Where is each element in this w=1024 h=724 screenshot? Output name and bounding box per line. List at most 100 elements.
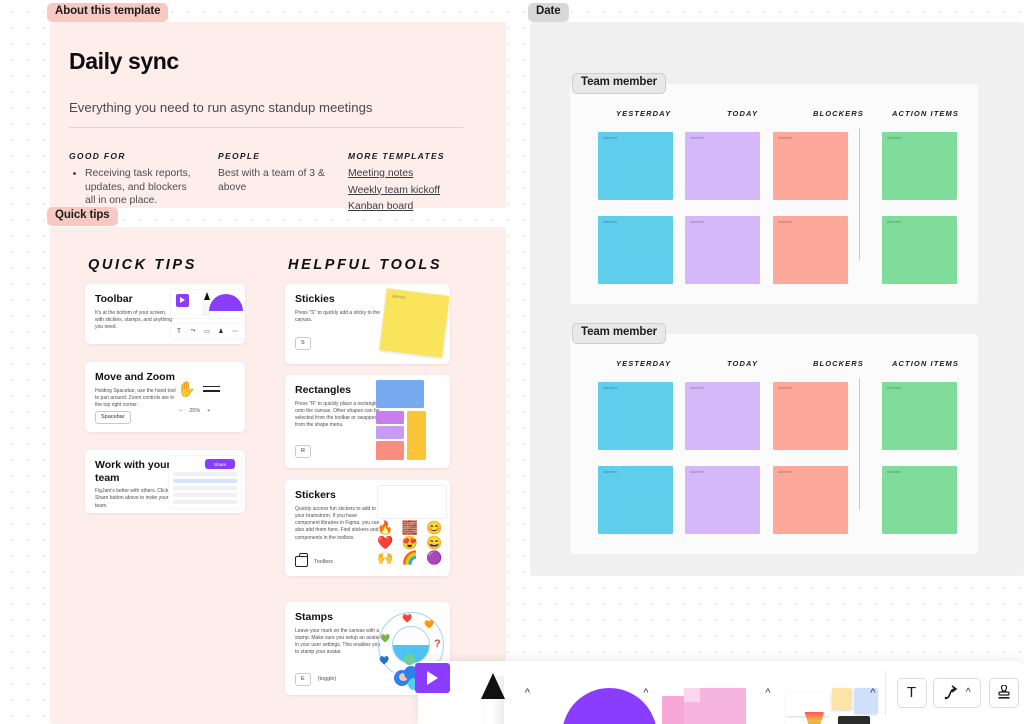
- toolbar-connector-tool[interactable]: ^: [931, 661, 984, 724]
- toolbar-divider: [885, 670, 887, 715]
- tip-key-row-stickies: S: [295, 336, 311, 350]
- toolbar-stamp-tool[interactable]: [984, 661, 1024, 724]
- connector-arrow-icon: [944, 684, 958, 699]
- column-divider: [859, 378, 860, 510]
- link-weekly-team-kickoff[interactable]: Weekly team kickoff: [348, 185, 440, 196]
- avatar: [404, 654, 415, 665]
- text-icon[interactable]: T: [896, 677, 927, 708]
- toolbar-text-tool[interactable]: T: [892, 661, 930, 724]
- sticky-note-placeholder: Add text: [603, 470, 617, 474]
- chevron-up-icon[interactable]: ^: [870, 687, 875, 699]
- about-column-body-people: Best with a team of 3 & above: [218, 168, 325, 193]
- stamp-blue-icon: 💙: [379, 656, 389, 665]
- sticky-note[interactable]: Add text: [685, 132, 760, 200]
- tip-body-move-and-zoom: Holding Spacebar, use the hand tool to p…: [95, 387, 176, 409]
- link-kanban-board[interactable]: Kanban board: [348, 201, 440, 212]
- stamp-green-icon: 💚: [380, 634, 390, 643]
- tip-card-work-with-your-team[interactable]: Work with your team FigJam's better with…: [85, 450, 245, 513]
- chevron-up-icon[interactable]: ^: [765, 687, 770, 699]
- stickers-illustration: 🔥 🧱 😊 ❤️ 😍 😄 🙌 🌈 🟣: [377, 485, 449, 573]
- sticky-note[interactable]: Add text: [773, 466, 848, 534]
- tip-title-rectangles: Rectangles: [295, 384, 352, 396]
- sticky-note[interactable]: Add text: [882, 382, 957, 450]
- tip-body-stickers: Quickly access fun stickers to add to yo…: [295, 505, 380, 541]
- toolbar-sticky-tool[interactable]: ^: [656, 661, 778, 724]
- sticky-note-placeholder: Add text: [603, 386, 617, 390]
- tip-body-stamps: Leave your mark on the canvas with a sta…: [295, 627, 381, 656]
- zoom-controls: − 25% +: [179, 408, 210, 414]
- sticky-note[interactable]: Add text: [882, 216, 957, 284]
- chevron-up-icon[interactable]: ^: [966, 687, 971, 698]
- tip-body-stickies: Press "S" to quickly add a sticky to the…: [295, 309, 380, 323]
- stamp-orange-icon: 🧡: [424, 620, 434, 629]
- tip-body-toolbar: It's at the bottom of your screen, with …: [95, 309, 172, 331]
- column-header-action-items: ACTION ITEMS: [892, 359, 959, 368]
- stamp-icon[interactable]: [988, 677, 1019, 708]
- kbd-spacebar: Spacebar: [95, 410, 131, 424]
- team-member-section[interactable]: Team member YESTERDAY TODAY BLOCKERS ACT…: [570, 73, 978, 304]
- sticky-note[interactable]: Add text: [685, 216, 760, 284]
- zoom-level: 25%: [189, 408, 201, 414]
- section-label-date[interactable]: Date: [528, 3, 569, 22]
- tip-card-stickies[interactable]: Stickies Press "S" to quickly add a stic…: [285, 284, 450, 364]
- tip-key-row-rectangles: R: [295, 444, 311, 458]
- chevron-up-icon[interactable]: ^: [525, 687, 530, 699]
- sticky-note[interactable]: Add text: [598, 132, 673, 200]
- sticky-note[interactable]: Add text: [773, 132, 848, 200]
- sticky-note[interactable]: Add text: [685, 466, 760, 534]
- sticky-note-placeholder: Add text: [603, 136, 617, 140]
- tip-title-stickies: Stickies: [295, 293, 335, 305]
- toolbar-illustration: T ⤳ ▭ ♟ ⋯: [167, 284, 245, 344]
- sticky-note[interactable]: Add text: [598, 216, 673, 284]
- about-column-heading-more-templates: MORE TEMPLATES: [348, 151, 445, 161]
- tip-card-toolbar[interactable]: Toolbar It's at the bottom of your scree…: [85, 284, 245, 344]
- link-meeting-notes[interactable]: Meeting notes: [348, 168, 440, 179]
- sticky-note-placeholder: Add text: [887, 136, 901, 140]
- move-zoom-illustration: ✋ − 25% +: [177, 380, 239, 424]
- sticky-note[interactable]: Add text: [773, 382, 848, 450]
- toolbox-icon: [295, 553, 308, 567]
- about-column-heading-people: PEOPLE: [218, 151, 261, 161]
- toolbox-label: Toolbox: [314, 558, 333, 565]
- tip-card-stickers[interactable]: Stickers Quickly access fun stickers to …: [285, 480, 450, 576]
- sticky-note[interactable]: Add text: [773, 216, 848, 284]
- about-template-card[interactable]: Daily sync Everything you need to run as…: [50, 22, 506, 212]
- toolbar-widget-tool[interactable]: ^: [778, 661, 879, 724]
- toolbar-pen-tool[interactable]: ^: [452, 661, 540, 724]
- sticker-brick: 🧱: [401, 520, 418, 535]
- widgets-icon: [786, 686, 879, 724]
- hand-icon: ✋: [177, 381, 196, 398]
- more-templates-links[interactable]: Meeting notes Weekly team kickoff Kanban…: [348, 168, 440, 218]
- helpful-tools-heading: HELPFUL TOOLS: [288, 257, 443, 273]
- team-member-label[interactable]: Team member: [572, 73, 667, 94]
- section-label-quick-tips[interactable]: Quick tips: [47, 207, 118, 226]
- toolbar-shape-tool[interactable]: ^: [540, 661, 658, 724]
- about-column-heading-good-for: GOOD FOR: [69, 151, 126, 161]
- sticky-note[interactable]: Add text: [598, 466, 673, 534]
- quick-tips-panel[interactable]: QUICK TIPS HELPFUL TOOLS Toolbar It's at…: [50, 227, 506, 724]
- tip-card-move-and-zoom[interactable]: Move and Zoom Holding Spacebar, use the …: [85, 362, 245, 432]
- tip-title-toolbar: Toolbar: [95, 293, 133, 305]
- sticky-note[interactable]: Add text: [685, 382, 760, 450]
- sticky-note[interactable]: Add text: [882, 466, 957, 534]
- tip-key-row-move: Spacebar: [95, 410, 131, 424]
- divider: [69, 127, 463, 128]
- team-member-section[interactable]: Team member YESTERDAY TODAY BLOCKERS ACT…: [570, 323, 978, 554]
- cursor-pointer-badge[interactable]: [415, 663, 450, 693]
- connector-icon[interactable]: ^: [933, 677, 982, 708]
- standup-board[interactable]: Team member YESTERDAY TODAY BLOCKERS ACT…: [530, 22, 1024, 576]
- column-header-yesterday: YESTERDAY: [616, 109, 672, 118]
- sticky-note[interactable]: Add text: [598, 382, 673, 450]
- sticky-note-placeholder: Add text: [778, 136, 792, 140]
- kbd-r: R: [295, 444, 311, 458]
- sticky-note[interactable]: Add text: [882, 132, 957, 200]
- bottom-toolbar[interactable]: ^ ^ ^ ^ T ^: [418, 661, 1024, 724]
- figjam-canvas[interactable]: About this template Daily sync Everythin…: [0, 0, 1024, 724]
- tip-card-rectangles[interactable]: Rectangles Press "R" to quickly place a …: [285, 375, 450, 468]
- stamp-icon: ♟: [218, 329, 224, 335]
- team-member-label[interactable]: Team member: [572, 323, 667, 344]
- section-label-about[interactable]: About this template: [47, 3, 169, 22]
- tip-title-work-with-team: Work with your team: [95, 459, 171, 484]
- chevron-up-icon[interactable]: ^: [643, 687, 648, 699]
- toolbox-action[interactable]: Toolbox: [295, 553, 333, 567]
